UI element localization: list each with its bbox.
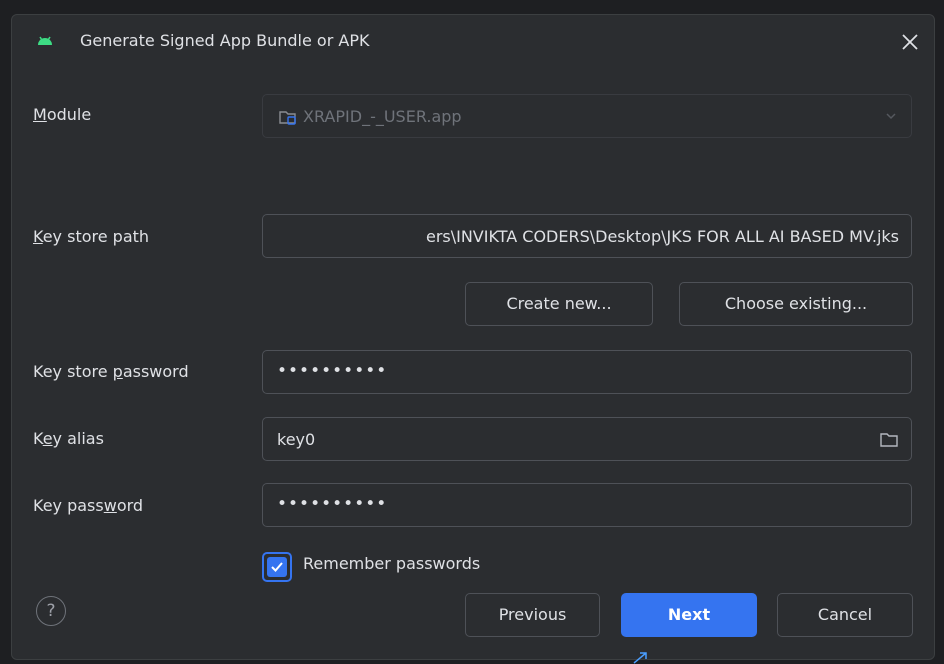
create-new-button[interactable]: Create new... [465,282,653,326]
module-label: Module [33,105,92,124]
key-store-password-value: •••••••••• [277,361,388,381]
remember-passwords-checkbox[interactable] [262,552,292,582]
generate-signed-bundle-dialog: Generate Signed App Bundle or APK Module… [11,14,935,660]
close-icon[interactable] [898,30,922,54]
module-value: XRAPID_-_USER.app [303,107,462,126]
key-store-path-input[interactable]: ers\INVIKTA CODERS\Desktop\JKS FOR ALL A… [262,214,912,258]
next-button[interactable]: Next [621,593,757,637]
choose-existing-button[interactable]: Choose existing... [679,282,913,326]
cancel-button[interactable]: Cancel [777,593,913,637]
help-icon[interactable]: ? [36,596,66,626]
cursor-arrow-icon [633,652,647,664]
module-select[interactable]: XRAPID_-_USER.app [262,94,912,138]
chevron-down-icon [886,113,896,120]
key-password-input[interactable]: •••••••••• [262,483,912,527]
key-alias-label: Key alias [33,429,104,448]
folder-icon[interactable] [879,431,899,449]
key-store-path-value: ers\INVIKTA CODERS\Desktop\JKS FOR ALL A… [425,227,899,246]
key-alias-input[interactable]: key0 [262,417,912,461]
remember-passwords-label[interactable]: Remember passwords [303,554,480,573]
key-store-password-label: Key store password [33,362,189,381]
previous-button[interactable]: Previous [465,593,600,637]
key-store-path-label: Key store path [33,227,150,246]
key-password-label: Key password [33,496,144,515]
dialog-title: Generate Signed App Bundle or APK [80,31,370,50]
key-password-value: •••••••••• [277,494,388,514]
checkmark-icon [271,562,283,572]
key-store-password-input[interactable]: •••••••••• [262,350,912,394]
key-alias-value: key0 [277,430,316,449]
module-folder-icon [279,111,296,125]
android-icon [38,36,52,45]
title-bar: Generate Signed App Bundle or APK [12,15,934,69]
